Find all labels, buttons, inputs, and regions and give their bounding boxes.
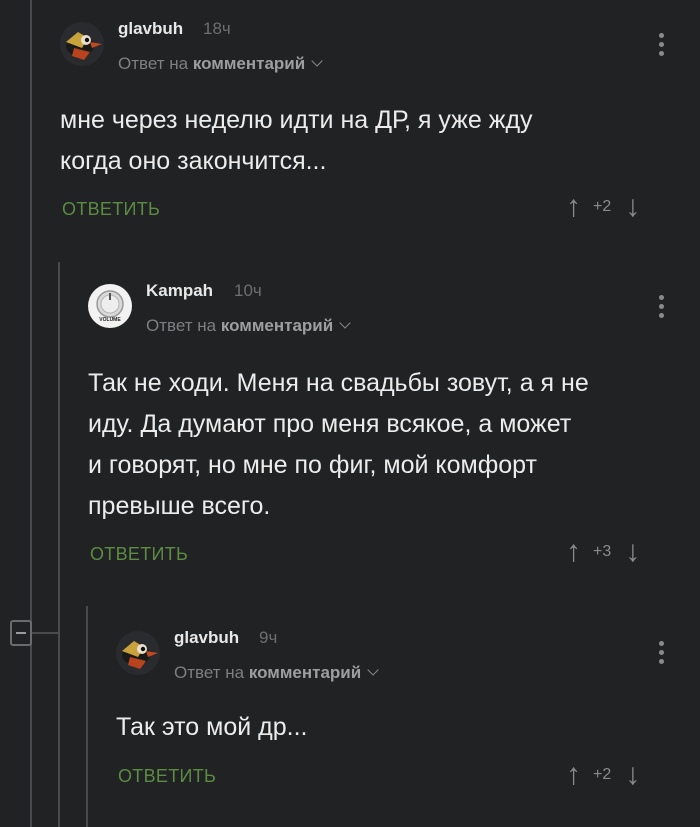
chevron-down-icon (311, 55, 323, 67)
comment-1: glavbuh 18ч Ответ на комментарий мне чер… (32, 0, 700, 240)
upvote-icon[interactable]: ↑ (566, 192, 581, 222)
reply-button[interactable]: ОТВЕТИТЬ (118, 766, 216, 787)
timestamp: 18ч (203, 19, 231, 38)
score: +2 (593, 198, 612, 215)
collapse-thread-button[interactable] (10, 620, 32, 646)
upvote-icon[interactable]: ↑ (566, 537, 581, 567)
reply-to-link[interactable]: Ответ на комментарий (174, 663, 379, 683)
duck-avatar-icon (60, 22, 104, 66)
reply-to-target: комментарий (220, 316, 334, 335)
timestamp: 9ч (259, 628, 278, 647)
author-name[interactable]: Kampah (146, 281, 213, 301)
chevron-down-icon (367, 664, 379, 676)
duck-avatar-icon (116, 631, 160, 675)
avatar[interactable] (116, 631, 160, 675)
avatar-text: VOLUME (99, 317, 121, 323)
downvote-icon[interactable]: ↓ (625, 192, 640, 222)
comment-text-line: Так это мой др... (116, 713, 308, 741)
comment-text-line: и говорят, но мне по фиг, мой комфорт (88, 451, 537, 479)
comment-text: мне через неделю идти на ДР, я уже жду к… (60, 100, 533, 182)
vote-controls: ↑ +2 ↓ (566, 760, 640, 790)
comment-text: Так это мой др... (116, 707, 308, 748)
score: +2 (593, 766, 612, 783)
reply-to-target: комментарий (192, 54, 306, 73)
reply-to-prefix: Ответ на (118, 54, 189, 73)
upvote-icon[interactable]: ↑ (566, 760, 581, 790)
comment-2: VOLUME Kampah 10ч Ответ на комментарий Т… (60, 262, 700, 592)
avatar[interactable] (60, 22, 104, 66)
vote-controls: ↑ +2 ↓ (566, 192, 640, 222)
comment-text: Так не ходи. Меня на свадьбы зовут, а я … (88, 363, 589, 527)
reply-to-link[interactable]: Ответ на комментарий (146, 316, 351, 336)
author-name[interactable]: glavbuh (118, 19, 183, 39)
reply-to-target: комментарий (248, 663, 362, 682)
more-options-icon[interactable] (659, 33, 665, 60)
thread-connector (32, 632, 58, 634)
comment-text-line: Так не ходи. Меня на свадьбы зовут, а я … (88, 369, 589, 397)
downvote-icon[interactable]: ↓ (625, 537, 640, 567)
comment-text-line: иду. Да думают про меня всякое, а может (88, 410, 572, 438)
comment-text-line: мне через неделю идти на ДР, я уже жду (60, 106, 533, 134)
comment-text-line: превыше всего. (88, 492, 271, 520)
timestamp: 10ч (234, 281, 262, 300)
minus-icon (16, 632, 26, 634)
reply-button[interactable]: ОТВЕТИТЬ (62, 199, 160, 220)
vote-controls: ↑ +3 ↓ (566, 537, 640, 567)
comment-text-line: когда оно закончится... (60, 147, 327, 175)
reply-to-prefix: Ответ на (146, 316, 217, 335)
comment-3: glavbuh 9ч Ответ на комментарий Так это … (88, 606, 700, 827)
chevron-down-icon (339, 317, 351, 329)
reply-to-link[interactable]: Ответ на комментарий (118, 54, 323, 74)
reply-to-prefix: Ответ на (174, 663, 245, 682)
downvote-icon[interactable]: ↓ (625, 760, 640, 790)
score: +3 (593, 543, 612, 560)
more-options-icon[interactable] (659, 641, 665, 668)
author-name[interactable]: glavbuh (174, 628, 239, 648)
avatar[interactable]: VOLUME (88, 284, 132, 328)
reply-button[interactable]: ОТВЕТИТЬ (90, 544, 188, 565)
more-options-icon[interactable] (659, 295, 665, 322)
